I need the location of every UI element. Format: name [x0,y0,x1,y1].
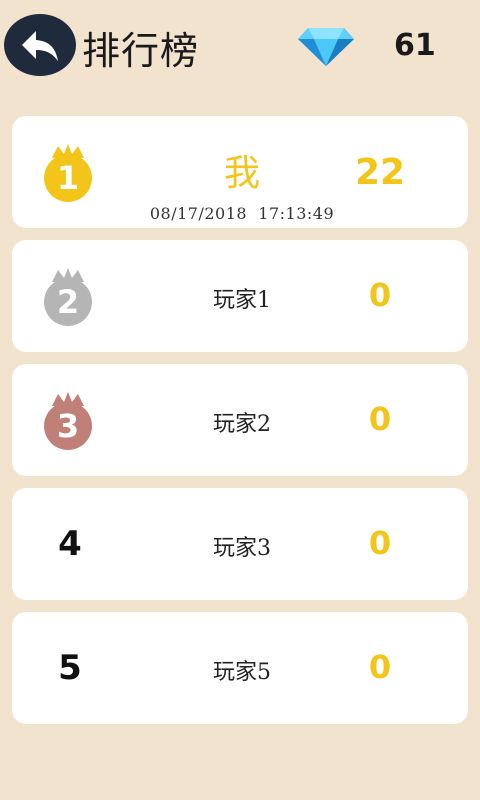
rank-number: 3 [57,407,79,445]
leaderboard-row: 3 玩家2 0 [12,364,468,476]
player-name: 玩家1 [213,288,271,313]
player-name: 玩家2 [213,412,271,437]
player-name: 我 [223,153,260,194]
leaderboard-row: 2 玩家1 0 [12,240,468,352]
header: 排行榜 61 [0,0,480,100]
timestamp: 08/17/2018 17:13:49 [149,204,335,223]
rank-number: 1 [57,159,79,197]
back-button[interactable] [4,14,76,76]
rank-number: 2 [57,283,79,321]
leaderboard-row: 5 玩家5 0 [12,612,468,724]
player-name: 玩家3 [213,536,271,561]
leaderboard-row: 1 我 22 08/17/2018 17:13:49 [12,116,468,228]
rank-number: 4 [58,524,82,564]
gold-crown-medal-icon: 1 [44,144,92,202]
bronze-crown-medal-icon: 3 [44,392,92,450]
player-score: 22 [354,152,406,193]
player-score: 0 [368,400,392,438]
page-title: 排行榜 [82,29,200,73]
diamond-icon [298,28,354,66]
player-name: 玩家5 [213,660,271,685]
player-score: 0 [368,524,392,562]
back-arrow-icon [22,31,58,61]
leaderboard-row: 4 玩家3 0 [12,488,468,600]
gem-count: 61 [394,28,436,63]
silver-crown-medal-icon: 2 [44,268,92,326]
rank-number: 5 [58,648,82,688]
player-score: 0 [368,276,392,314]
leaderboard-list: 1 我 22 08/17/2018 17:13:49 2 玩家1 0 3 玩家2… [12,116,468,736]
player-score: 0 [368,648,392,686]
